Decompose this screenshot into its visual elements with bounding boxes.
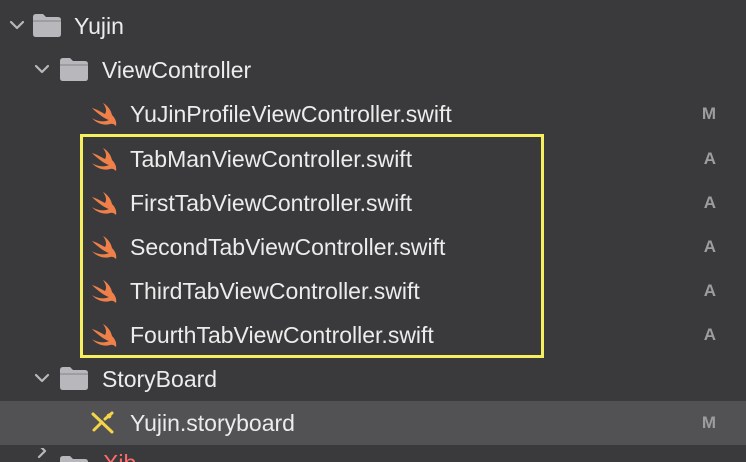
git-status-badge: A [703,237,716,256]
tree-row-file[interactable]: FirstTabViewController.swift A [0,181,746,225]
tree-label-viewcontroller: ViewController [102,57,252,83]
tree-label-partial: Xib [103,450,136,462]
file-name: FirstTabViewController.swift [130,190,413,216]
file-name: FourthTabViewController.swift [130,322,434,348]
tree-row-file-selected[interactable]: Yujin.storyboard M [0,401,746,445]
file-name: ThirdTabViewController.swift [130,278,420,304]
file-name: Yujin.storyboard [130,410,295,436]
tree-row-file[interactable]: SecondTabViewController.swift A [0,225,746,269]
file-name: TabManViewController.swift [130,146,413,172]
swift-icon [92,324,117,347]
chevron-down-icon[interactable] [33,60,51,78]
tree-row-file[interactable]: YuJinProfileViewController.swift M [0,92,746,136]
swift-icon [92,103,117,126]
tree-row-file[interactable]: ThirdTabViewController.swift A [0,269,746,313]
tree-label-storyboard: StoryBoard [102,366,218,392]
git-status-badge: A [703,149,716,168]
folder-icon [60,456,88,462]
file-name: SecondTabViewController.swift [130,234,446,260]
git-status-badge: M [701,104,716,123]
swift-icon [92,236,117,259]
tree-row-yujin[interactable]: Yujin [0,4,746,48]
folder-icon [33,14,61,37]
swift-icon [92,192,117,215]
folder-icon [60,367,88,390]
git-status-badge: A [703,325,716,344]
chevron-down-icon[interactable] [8,16,26,34]
tree-row-partial[interactable]: Xib [0,448,746,462]
git-status-badge: A [703,281,716,300]
tree-label-yujin: Yujin [74,13,124,39]
tree-row-file[interactable]: TabManViewController.swift A [0,137,746,181]
git-status-badge: A [703,193,716,212]
folder-icon [60,58,88,81]
chevron-down-icon[interactable] [33,369,51,387]
tree-row-storyboard-group[interactable]: StoryBoard [0,357,746,401]
swift-icon [92,148,117,171]
chevron-right-icon[interactable] [33,448,51,460]
tree-row-viewcontroller[interactable]: ViewController [0,48,746,92]
storyboard-icon [91,411,114,434]
tree-row-file[interactable]: FourthTabViewController.swift A [0,313,746,357]
git-status-badge: M [701,413,716,432]
project-navigator: Yujin ViewController YuJinProfileViewCon… [0,0,746,462]
swift-icon [92,280,117,303]
file-name: YuJinProfileViewController.swift [130,101,452,127]
